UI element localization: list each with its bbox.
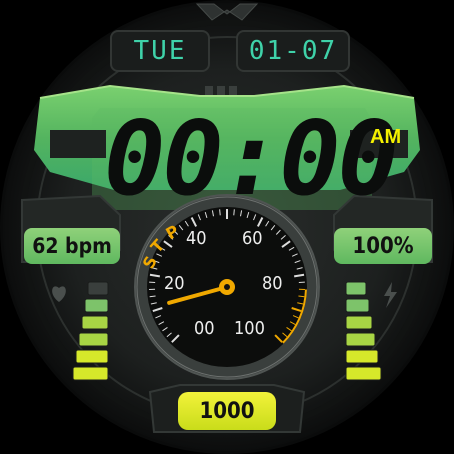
date-text: 01-07 xyxy=(248,36,338,66)
gauge-scale-label: 40 xyxy=(186,228,207,249)
steps-pill: 1000 xyxy=(178,392,276,430)
battery-pill: 100% xyxy=(334,228,432,264)
level-bar-segment xyxy=(345,349,379,364)
level-bar-segment xyxy=(345,366,382,381)
weekday-text: TUE xyxy=(133,36,187,66)
gauge-scale-label: 60 xyxy=(242,228,263,249)
level-bar-segment xyxy=(84,298,109,313)
heart-rate-pill: 62 bpm xyxy=(24,228,120,264)
level-bar-segment xyxy=(78,332,109,347)
level-bar-segment xyxy=(345,315,373,330)
level-bar-segment xyxy=(81,315,109,330)
battery-text: 100% xyxy=(352,233,414,259)
level-bar-segment xyxy=(345,281,367,296)
steps-text: 1000 xyxy=(199,398,255,424)
level-bar-segment xyxy=(87,281,109,296)
level-bar-segment xyxy=(75,349,109,364)
gauge-scale-label: 100 xyxy=(234,318,265,339)
date-box: 01-07 xyxy=(236,30,350,72)
weekday-box: TUE xyxy=(110,30,210,72)
heart-rate-text: 62 bpm xyxy=(32,234,112,258)
gauge-scale-label: 80 xyxy=(262,273,283,294)
watch-face: 002040 6080100 S T P xyxy=(0,0,454,454)
gauge-scale-label: 20 xyxy=(164,273,185,294)
time-display: 00:00 xyxy=(104,100,399,219)
gauge-scale-label: 00 xyxy=(194,318,215,339)
ampm-indicator: AM xyxy=(370,126,402,148)
level-bar-segment xyxy=(345,298,370,313)
level-bar-segment xyxy=(345,332,376,347)
level-bar-segment xyxy=(72,366,109,381)
